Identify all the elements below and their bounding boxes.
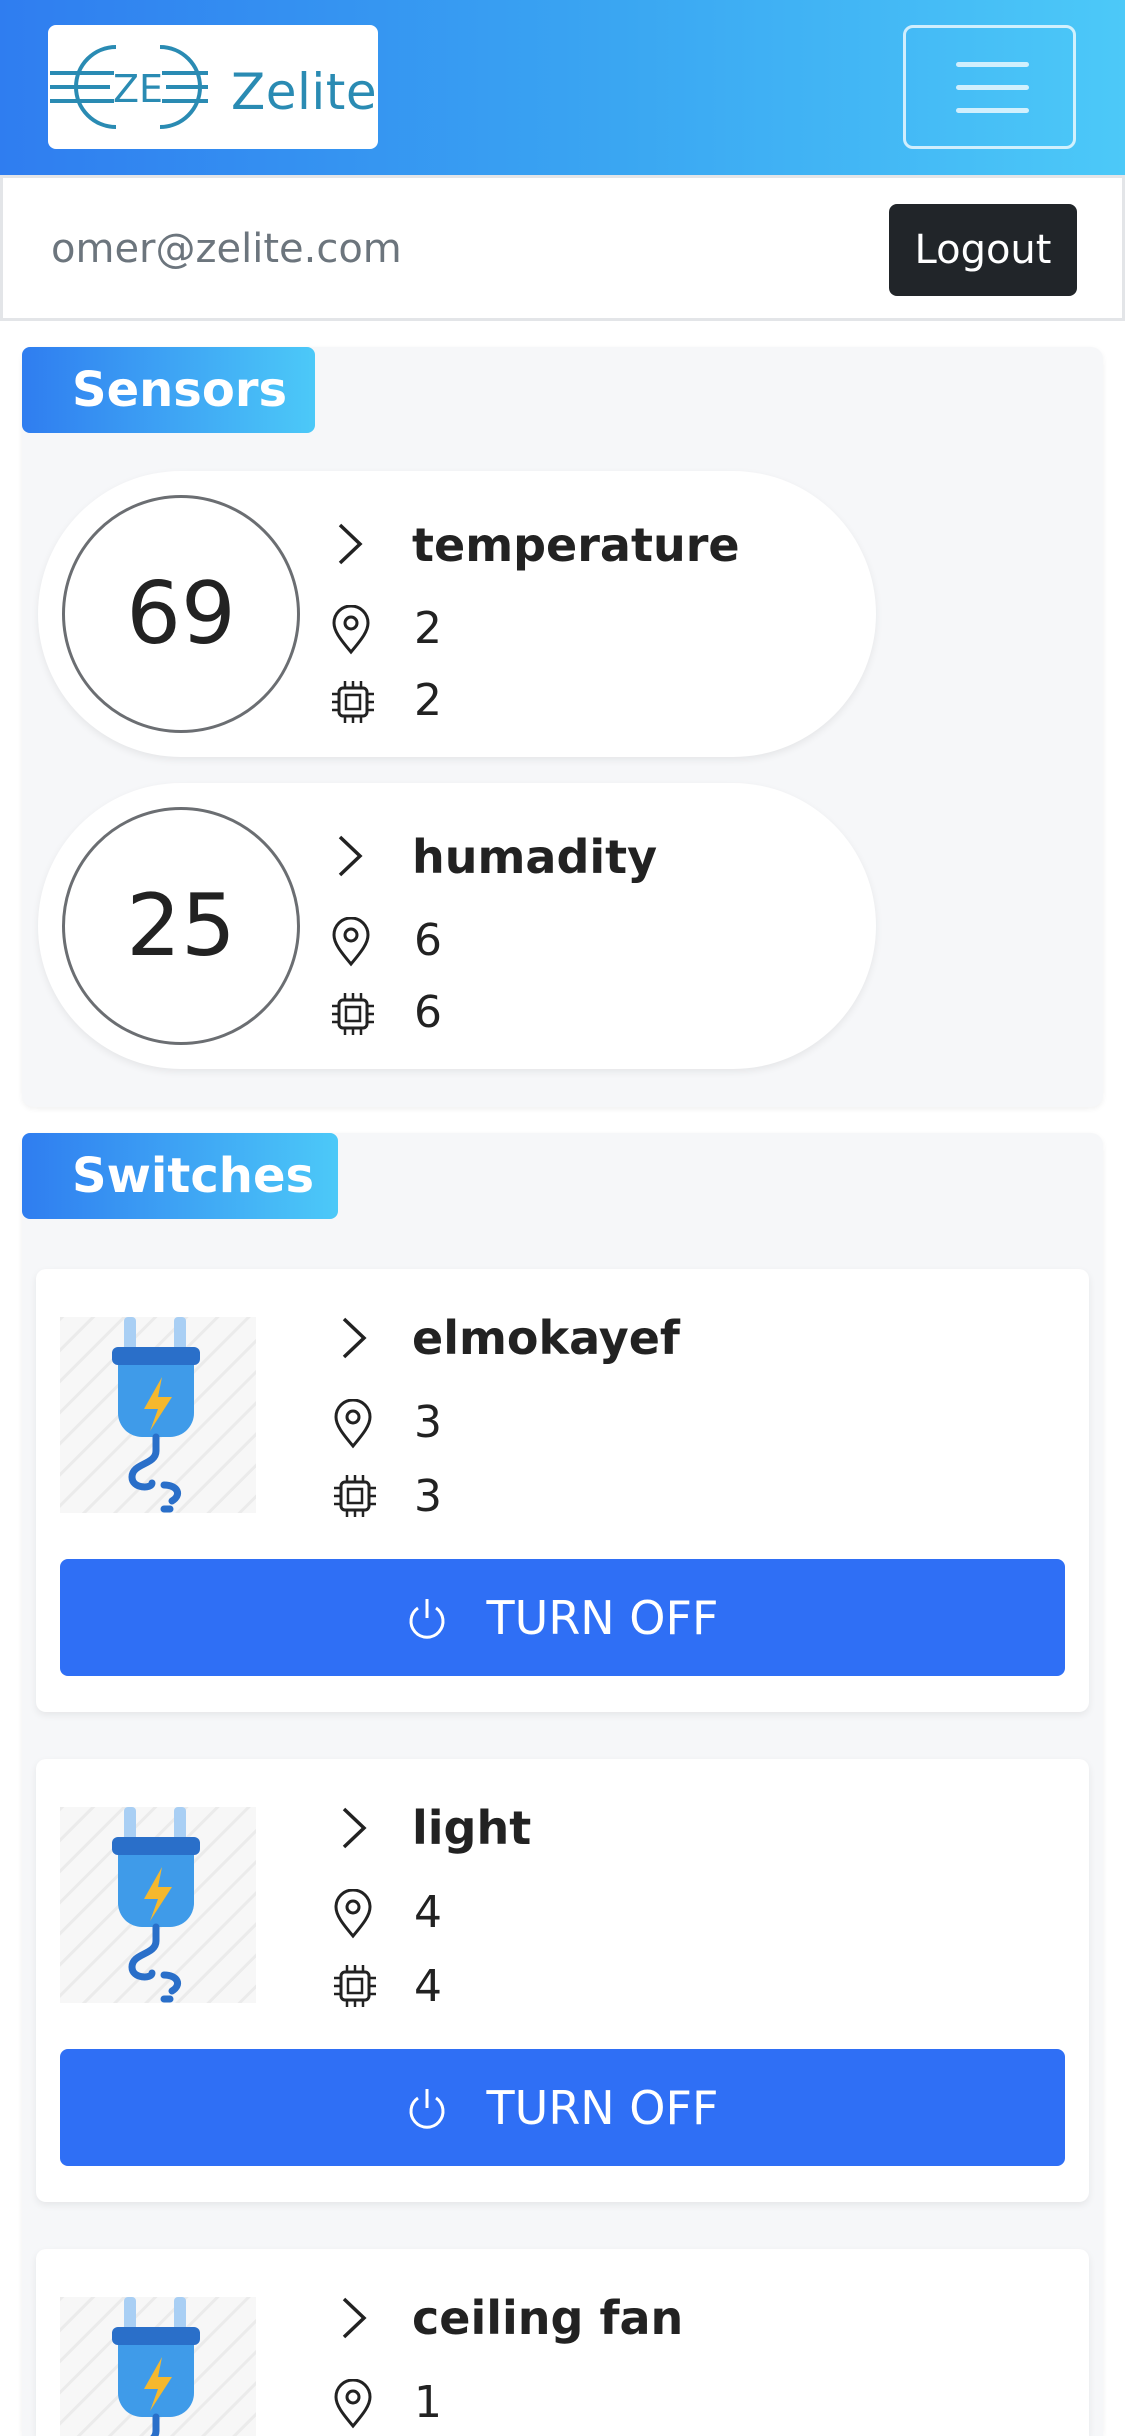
user-email: omer@zelite.com (51, 226, 402, 272)
chevron-right-icon (338, 523, 363, 565)
switch-location-count: 4 (414, 1887, 442, 1938)
user-bar: omer@zelite.com Logout (0, 175, 1125, 321)
plug-icon (60, 1807, 256, 2003)
power-icon (409, 2088, 445, 2129)
sensor-name: temperature (412, 518, 740, 572)
sensor-device-count: 2 (414, 675, 442, 726)
chip-icon (334, 1475, 376, 1517)
switch-card: elmokayef 3 3 TURN OFF (36, 1269, 1089, 1712)
chevron-right-icon (342, 1317, 367, 1359)
map-pin-icon (334, 1889, 372, 1939)
turn-off-label: TURN OFF (486, 1590, 719, 1645)
chip-icon (332, 681, 374, 723)
switch-device-count: 3 (414, 1471, 442, 1522)
map-pin-icon (334, 1399, 372, 1449)
sensor-value-gauge: 69 (62, 495, 300, 733)
top-navbar: ZE Zelite (0, 0, 1125, 175)
hamburger-icon (956, 62, 1029, 67)
sensor-device-count: 6 (414, 987, 442, 1038)
power-icon (409, 1598, 445, 1639)
logout-button[interactable]: Logout (889, 204, 1077, 296)
sensor-card[interactable]: 25 humadity 6 6 (38, 783, 876, 1069)
sensor-location-count: 2 (414, 603, 442, 654)
switch-name: light (412, 1801, 532, 1855)
sensor-name: humadity (412, 830, 658, 884)
switch-name: elmokayef (412, 1311, 680, 1365)
turn-off-label: TURN OFF (486, 2080, 719, 2135)
map-pin-icon (332, 605, 370, 655)
plug-icon (60, 2297, 256, 2436)
sensors-heading: Sensors (22, 347, 315, 433)
turn-off-button[interactable]: TURN OFF (60, 2049, 1065, 2166)
brand-logo[interactable]: ZE Zelite (48, 25, 378, 149)
hamburger-icon-line (956, 108, 1029, 113)
switch-card: light 4 4 TURN OFF (36, 1759, 1089, 2202)
switches-section: Switches elmokayef 3 3 TURN OFF light 4 … (22, 1133, 1103, 2436)
sensors-section: Sensors 69 temperature 2 2 25 humadity 6… (22, 347, 1103, 1107)
map-pin-icon (332, 917, 370, 967)
switch-device-count: 4 (414, 1961, 442, 2012)
chevron-right-icon (338, 835, 363, 877)
sensor-location-count: 6 (414, 915, 442, 966)
switches-heading: Switches (22, 1133, 338, 1219)
svg-text:ZE: ZE (113, 67, 163, 111)
sensor-card[interactable]: 69 temperature 2 2 (38, 471, 876, 757)
switch-name: ceiling fan (412, 2291, 684, 2345)
menu-toggle-button[interactable] (903, 25, 1076, 149)
plug-icon (60, 1317, 256, 1513)
turn-off-button[interactable]: TURN OFF (60, 1559, 1065, 1676)
switch-card: ceiling fan 1 (36, 2249, 1089, 2436)
chip-icon (334, 1965, 376, 2007)
map-pin-icon (334, 2379, 372, 2429)
sensor-value-gauge: 25 (62, 807, 300, 1045)
brand-name: Zelite (231, 63, 378, 121)
chip-icon (332, 993, 374, 1035)
switch-location-count: 3 (414, 1397, 442, 1448)
chevron-right-icon (342, 1807, 367, 1849)
hamburger-icon-line (956, 85, 1029, 90)
chevron-right-icon (342, 2297, 367, 2339)
switch-location-count: 1 (414, 2377, 442, 2428)
